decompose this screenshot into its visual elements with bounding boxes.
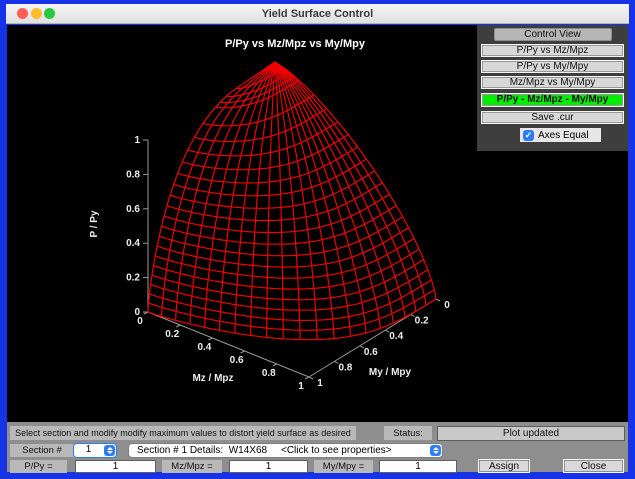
bottom-control-bar: Select section and modify modify maximum… — [7, 422, 628, 472]
mzmpz-input[interactable] — [229, 460, 308, 473]
svg-text:0.2: 0.2 — [415, 316, 429, 327]
assign-button[interactable]: Assign — [478, 459, 530, 473]
ppy-input[interactable] — [75, 460, 156, 473]
status-value: Plot updated — [437, 426, 625, 441]
section-number-stepper[interactable]: 1 — [73, 443, 117, 458]
svg-text:0.8: 0.8 — [262, 368, 276, 379]
axes-equal-checkbox[interactable]: ✓ — [523, 130, 534, 141]
svg-text:0.6: 0.6 — [230, 355, 244, 366]
svg-text:0.4: 0.4 — [126, 238, 140, 249]
close-button[interactable]: Close — [563, 459, 624, 473]
view-ppy-vs-mzmpz-button[interactable]: P/Py vs Mz/Mpz — [481, 44, 624, 57]
svg-text:0.8: 0.8 — [126, 169, 140, 180]
svg-text:1: 1 — [134, 135, 140, 146]
dropdown-arrows-icon[interactable] — [430, 445, 441, 456]
mympy-field-label: My/Mpy = — [314, 460, 373, 473]
ppy-field-label: P/Py = — [10, 460, 67, 473]
axes-equal-label: Axes Equal — [538, 130, 589, 141]
svg-text:0.8: 0.8 — [338, 362, 352, 373]
svg-text:My / Mpy: My / Mpy — [369, 367, 412, 378]
stepper-value: 1 — [74, 444, 103, 457]
instruction-label: Select section and modify modify maximum… — [10, 426, 356, 440]
svg-text:P / Py: P / Py — [89, 210, 100, 237]
stepper-arrows-icon[interactable] — [104, 445, 115, 456]
mzmpz-field-label: Mz/Mpz = — [162, 460, 222, 473]
view-3d-ppy-mzmpz-mympy-button[interactable]: P/Py - Mz/Mpz - My/Mpy — [481, 93, 624, 107]
svg-text:0.6: 0.6 — [126, 204, 140, 215]
control-view-button[interactable]: Control View — [494, 28, 612, 41]
svg-text:Mz / Mpz: Mz / Mpz — [192, 373, 233, 384]
view-ppy-vs-mympy-button[interactable]: P/Py vs My/Mpy — [481, 60, 624, 73]
status-label: Status: — [384, 426, 432, 440]
section-details-dropdown[interactable]: Section # 1 Details: W14X68 <Click to se… — [128, 443, 443, 458]
window-title: Yield Surface Control — [6, 4, 629, 24]
titlebar: Yield Surface Control — [6, 4, 629, 24]
yield-surface-mesh — [148, 62, 436, 340]
svg-text:0.4: 0.4 — [389, 331, 403, 342]
svg-text:0: 0 — [137, 316, 143, 327]
svg-text:0.6: 0.6 — [364, 347, 378, 358]
svg-text:0: 0 — [444, 300, 450, 311]
view-control-panel: Control View P/Py vs Mz/Mpz P/Py vs My/Mpy… — [477, 25, 628, 151]
svg-text:P/Py vs Mz/Mpz vs My/Mpy: P/Py vs Mz/Mpz vs My/Mpy — [225, 38, 366, 50]
svg-text:0.4: 0.4 — [197, 342, 211, 353]
svg-text:0.2: 0.2 — [126, 273, 140, 284]
details-hint: <Click to see properties> — [281, 445, 392, 457]
section-number-label: Section # — [10, 444, 74, 457]
svg-text:1: 1 — [317, 378, 323, 389]
details-text: Section # 1 Details: W14X68 — [137, 445, 267, 457]
svg-text:0.2: 0.2 — [165, 329, 179, 340]
svg-text:1: 1 — [298, 381, 304, 392]
save-cur-button[interactable]: Save .cur — [481, 111, 624, 124]
axes-equal-checkbox-row[interactable]: ✓ Axes Equal — [520, 128, 601, 142]
mympy-input[interactable] — [379, 460, 457, 473]
view-mzmpz-vs-mympy-button[interactable]: Mz/Mpz vs My/Mpy — [481, 76, 624, 89]
